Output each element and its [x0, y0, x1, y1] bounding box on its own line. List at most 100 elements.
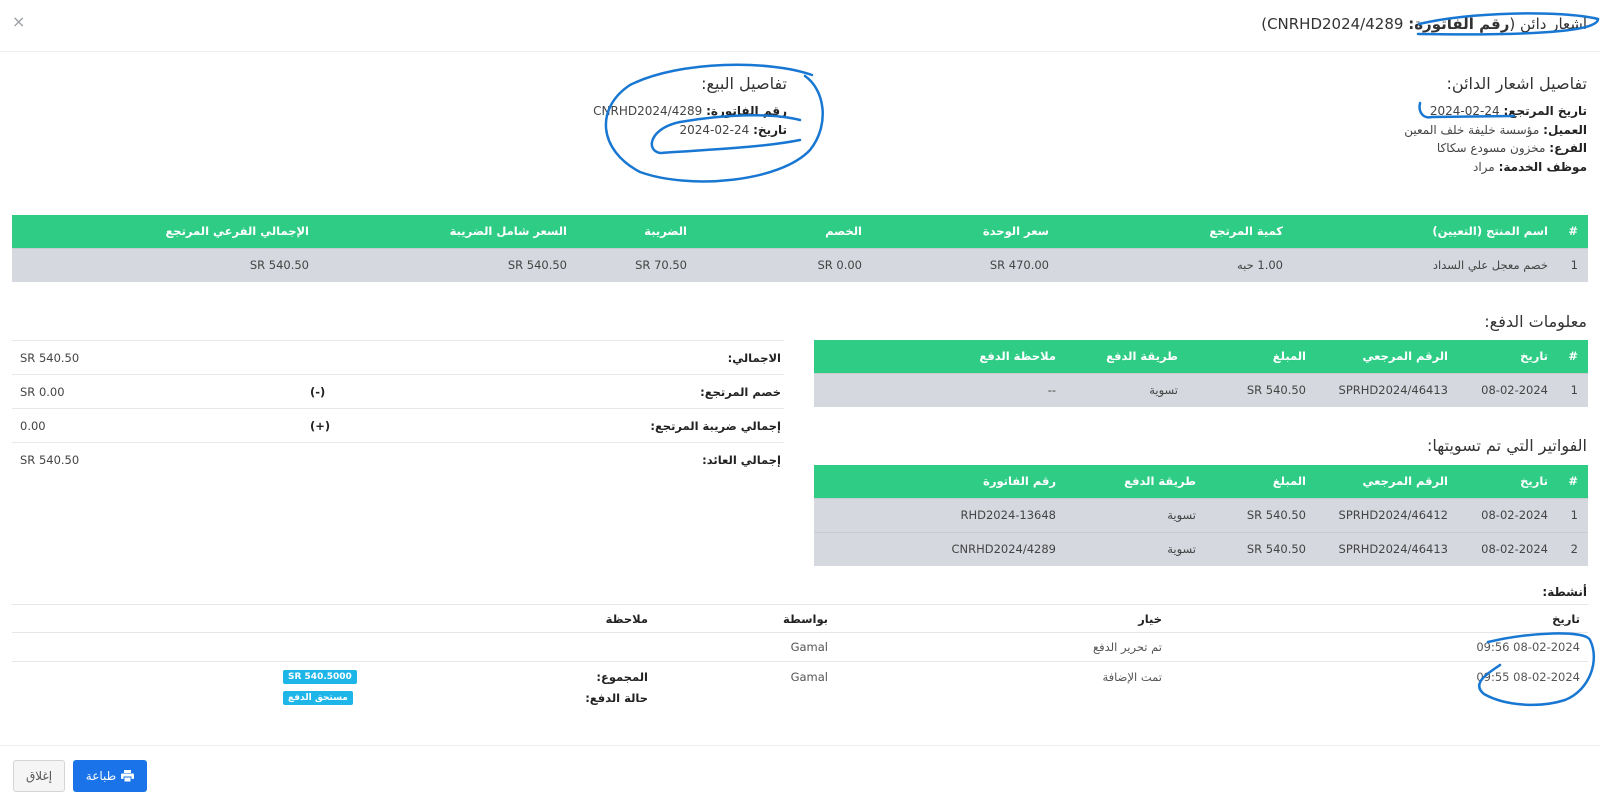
- th-activity-date: تاريخ: [1162, 604, 1588, 633]
- cell-index: 1: [1558, 372, 1588, 407]
- th-payment-method: طريقة الدفع: [1066, 465, 1206, 498]
- th-tax: الضريبة: [577, 215, 697, 248]
- branch-label: الفرع:: [1549, 141, 1587, 155]
- return-total-row: إجمالي العائد: SR 540.50: [12, 442, 784, 476]
- return-discount-symbol: (-): [310, 385, 326, 399]
- employee-value: مراد: [1473, 159, 1495, 174]
- table-row: 08-02-2024 09:56 تم تحرير الدفع Gamal: [12, 632, 1588, 662]
- return-tax-value: 0.00: [20, 419, 46, 433]
- sale-date-value: 24-02-2024: [679, 122, 750, 137]
- branch-value: مخزون مسودع سكاكا: [1436, 141, 1546, 155]
- return-date-value: 24-02-2024: [1429, 104, 1500, 118]
- total-value: SR 540.50: [20, 351, 80, 365]
- cell-unit-price: SR 470.00: [872, 247, 1059, 282]
- close-icon[interactable]: ×: [12, 12, 25, 31]
- cell-amount: SR 540.50: [1206, 531, 1316, 566]
- total-row: الاجمالي: SR 540.50: [12, 340, 784, 374]
- th-invoice-number: رقم الفاتورة: [814, 465, 1066, 498]
- th-reference: الرقم المرجعي: [1316, 465, 1458, 498]
- cell-activity-date: 08-02-2024 09:55: [1162, 661, 1588, 718]
- sale-date-label: تاريخ:: [753, 122, 787, 137]
- cell-payment-method: تسوية: [1066, 372, 1188, 407]
- customer-label: العميل:: [1543, 122, 1587, 137]
- credit-note-details-heading: تفاصيل اشعار الدائن:: [1446, 74, 1587, 93]
- cell-invoice-number: RHD2024-13648: [814, 497, 1066, 532]
- cell-activity-note: المجموع: SR 540.5000 حالة الدفع: مستحق ا…: [12, 661, 648, 718]
- table-row: 08-02-2024 09:55 تمت الإضافة Gamal المجم…: [12, 661, 1588, 718]
- products-table: # اسم المنتج (التعيين) كمية المرتجع سعر …: [12, 215, 1588, 282]
- activities-table: تاريخ خيار بواسطة ملاحظة 08-02-2024 09:5…: [12, 604, 1588, 718]
- cell-activity-option: تمت الإضافة: [828, 661, 1162, 718]
- th-date: تاريخ: [1458, 340, 1558, 373]
- modal-title: اشعار دائن (رقم الفاتورة: CNRHD2024/4289…: [1261, 15, 1587, 33]
- return-discount-row: خصم المرتجع: (-) SR 0.00: [12, 374, 784, 408]
- th-payment-note: ملاحظة الدفع: [814, 340, 1066, 373]
- cell-reference: SPRHD2024/46412: [1316, 497, 1458, 532]
- th-payment-method: طريقة الدفع: [1066, 340, 1188, 373]
- print-label: طباعة: [85, 769, 117, 783]
- cell-activity-note: [12, 632, 648, 662]
- cell-payment-note: --: [814, 372, 1066, 407]
- th-amount: المبلغ: [1188, 340, 1316, 373]
- cell-date: 08-02-2024: [1458, 372, 1558, 407]
- cell-date: 08-02-2024: [1458, 531, 1558, 566]
- sale-details-heading: تفاصيل البيع:: [701, 74, 787, 93]
- modal-title-label: رقم الفاتورة:: [1408, 15, 1510, 33]
- cell-payment-method: تسوية: [1066, 497, 1206, 532]
- cell-return-subtotal: SR 540.50: [12, 247, 319, 282]
- th-return-qty: كمية المرتجع: [1059, 215, 1293, 248]
- cell-amount: SR 540.50: [1188, 372, 1316, 407]
- th-activity-note: ملاحظة: [12, 604, 648, 633]
- print-button[interactable]: طباعة: [73, 760, 147, 792]
- modal-title-prefix: اشعار دائن: [1520, 15, 1587, 33]
- cell-product-name: خصم معجل علي السداد: [1293, 247, 1558, 282]
- printer-icon: [121, 770, 135, 782]
- cell-discount: SR 0.00: [697, 247, 872, 282]
- return-tax-symbol: (+): [310, 419, 331, 433]
- return-tax-label: إجمالي ضريبة المرتجع:: [650, 419, 781, 433]
- settled-invoices-heading: الفواتير التي تم تسويتها:: [1427, 436, 1587, 455]
- close-button[interactable]: إغلاق: [13, 760, 65, 792]
- sale-invoice-value: CNRHD2024/4289: [593, 104, 703, 118]
- cell-tax: SR 70.50: [577, 247, 697, 282]
- payment-info-table: # تاريخ الرقم المرجعي المبلغ طريقة الدفع…: [814, 340, 1588, 407]
- cell-price-incl-tax: SR 540.50: [319, 247, 577, 282]
- payment-info-heading: معلومات الدفع:: [1484, 312, 1587, 331]
- th-index: #: [1558, 340, 1588, 373]
- cell-reference: SPRHD2024/46413: [1316, 372, 1458, 407]
- return-discount-value: SR 0.00: [20, 385, 65, 399]
- sum-label: المجموع:: [596, 669, 648, 684]
- th-date: تاريخ: [1458, 465, 1558, 498]
- employee-label: موظف الخدمة:: [1498, 159, 1587, 174]
- th-activity-by: بواسطة: [648, 604, 828, 633]
- cell-activity-by: Gamal: [648, 661, 828, 718]
- cell-invoice-number: CNRHD2024/4289: [814, 531, 1066, 566]
- cell-activity-option: تم تحرير الدفع: [828, 632, 1162, 662]
- table-row: 1 08-02-2024 SPRHD2024/46412 SR 540.50 ت…: [814, 497, 1588, 532]
- payment-status-badge: مستحق الدفع: [283, 690, 353, 705]
- table-row: 2 08-02-2024 SPRHD2024/46413 SR 540.50 ت…: [814, 531, 1588, 566]
- th-index: #: [1558, 465, 1588, 498]
- total-label: الاجمالي:: [727, 351, 781, 365]
- return-total-value: SR 540.50: [20, 453, 80, 467]
- return-tax-row: إجمالي ضريبة المرتجع: (+) 0.00: [12, 408, 784, 442]
- cell-activity-date: 08-02-2024 09:56: [1162, 632, 1588, 662]
- footer-divider: [0, 745, 1600, 746]
- sum-badge: SR 540.5000: [283, 669, 357, 684]
- cell-index: 1: [1558, 247, 1588, 282]
- th-return-subtotal: الإجمالي الفرعي المرتجع: [12, 215, 319, 248]
- th-reference: الرقم المرجعي: [1316, 340, 1458, 373]
- return-date-label: تاريخ المرتجع:: [1503, 104, 1587, 118]
- th-unit-price: سعر الوحدة: [872, 215, 1059, 248]
- cell-amount: SR 540.50: [1206, 497, 1316, 532]
- th-index: #: [1558, 215, 1588, 248]
- cell-index: 1: [1558, 497, 1588, 532]
- cell-payment-method: تسوية: [1066, 531, 1206, 566]
- th-price-incl-tax: السعر شامل الضريبة: [319, 215, 577, 248]
- th-amount: المبلغ: [1206, 465, 1316, 498]
- credit-note-details: تاريخ المرتجع: 24-02-2024 العميل: مؤسسة …: [1404, 102, 1587, 176]
- sale-details: رقم الفاتورة: CNRHD2024/4289 تاريخ: 24-0…: [593, 102, 787, 139]
- cell-reference: SPRHD2024/46413: [1316, 531, 1458, 566]
- sale-invoice-label: رقم الفاتورة:: [706, 104, 787, 118]
- header-divider: [0, 51, 1600, 52]
